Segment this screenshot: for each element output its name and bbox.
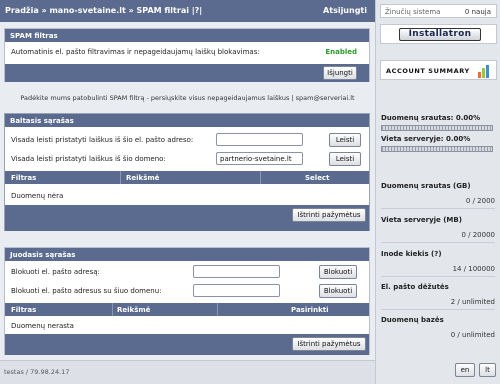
installatron-logo: Installatron (399, 28, 481, 41)
column-header-select[interactable]: Pasirinkti (291, 306, 328, 314)
language-en-button[interactable]: en (455, 363, 475, 377)
blacklist-panel: Juodasis sąrašas Blokuoti el. pašto adre… (4, 247, 370, 355)
spam-filter-action-bar: Išjungti (5, 64, 369, 82)
blacklist-table-header: Filtras Reikšmė Pasirinkti (5, 303, 369, 316)
column-header-filter[interactable]: Filtras (11, 174, 36, 182)
stat-value: 0 / unlimited (450, 331, 495, 339)
stat-label: Duomenų bazės (381, 316, 444, 324)
column-header-value[interactable]: Reikšmė (126, 174, 159, 182)
sidebar: Žinučių sistema 0 nauja Installatron ACC… (375, 0, 500, 384)
spam-filter-title: SPAM filtras (5, 29, 369, 42)
blacklist-email-label: Blokuoti el. pašto adresą: (11, 268, 100, 276)
stat-label: El. pašto dėžutės (381, 283, 449, 291)
main-content: Pradžia » mano-svetaine.lt » SPAM filtra… (0, 0, 375, 384)
footer: testas / 79.98.24.17 (0, 360, 375, 384)
system-notices[interactable]: Žinučių sistema 0 nauja (380, 4, 497, 18)
whitelist-domain-allow-button[interactable]: Leisti (329, 152, 361, 166)
blacklist-empty-text: Duomenų nerasta (11, 322, 74, 330)
bar-chart-icon (478, 65, 489, 78)
blacklist-title: Juodasis sąrašas (5, 248, 369, 261)
system-notices-count: 0 nauja (464, 8, 491, 16)
installatron-link[interactable]: Installatron (380, 24, 497, 44)
whitelist-table-header: Filtras Reikšmė Select (5, 171, 369, 184)
stat-value: 0 / 2000 (465, 197, 495, 205)
account-summary-title: ACCOUNT SUMMARY (386, 67, 470, 75)
whitelist-action-bar: Ištrinti pažymėtus (5, 205, 369, 231)
user-ip-text: testas / 79.98.24.17 (4, 368, 70, 376)
logout-link[interactable]: Atsijungti (323, 6, 367, 15)
blacklist-email-input[interactable] (193, 265, 280, 278)
notice-text: Padėkite mums patobulinti SPAM filtrą - … (20, 94, 355, 102)
stat-label: Duomenų srautas (GB) (381, 182, 471, 190)
whitelist-domain-label: Visada leisti pristatyti laiškus iš šio … (11, 155, 166, 163)
status-badge: Enabled (325, 48, 357, 56)
disk-usage-label: Vieta serveryje: 0.00% (381, 135, 471, 143)
stat-label: Inode kiekis (?) (381, 250, 442, 258)
whitelist-domain-input[interactable]: partnerio-svetaine.lt (216, 152, 303, 165)
blacklist-domain-input[interactable] (193, 284, 280, 297)
whitelist-email-label: Visada leisti pristatyti laiškus iš šio … (11, 136, 194, 144)
language-lt-button[interactable]: lt (479, 363, 496, 377)
whitelist-panel: Baltasis sąrašas Visada leisti pristatyt… (4, 113, 370, 231)
blacklist-domain-label: Blokuoti el. pašto adresus su šiuo domen… (11, 287, 162, 295)
top-bar: Pradžia » mano-svetaine.lt » SPAM filtra… (0, 0, 375, 22)
blacklist-domain-block-button[interactable]: Blokuoti (319, 284, 357, 298)
whitelist-delete-selected-button[interactable]: Ištrinti pažymėtus (292, 208, 366, 222)
bandwidth-meter (381, 125, 493, 131)
column-header-value[interactable]: Reikšmė (117, 306, 150, 314)
whitelist-email-allow-button[interactable]: Leisti (329, 133, 361, 147)
blacklist-email-block-button[interactable]: Blokuoti (319, 265, 357, 279)
stat-value: 2 / unlimited (450, 298, 495, 306)
whitelist-title: Baltasis sąrašas (5, 114, 369, 127)
column-header-filter[interactable]: Filtras (11, 306, 36, 314)
disable-button[interactable]: Išjungti (323, 66, 357, 80)
blacklist-action-bar: Ištrinti pažymėtus (5, 334, 369, 355)
column-header-select[interactable]: Select (305, 174, 329, 182)
system-notices-label: Žinučių sistema (385, 8, 441, 16)
account-summary-header: ACCOUNT SUMMARY (380, 60, 497, 80)
stat-value: 0 / 20000 (461, 231, 495, 239)
bandwidth-usage-label: Duomenų srautas: 0.00% (381, 114, 481, 122)
whitelist-empty-text: Duomenų nėra (11, 192, 64, 200)
stat-label: Vieta serveryje (MB) (381, 216, 462, 224)
stat-value: 14 / 100000 (452, 265, 495, 273)
breadcrumb[interactable]: Pradžia » mano-svetaine.lt » SPAM filtra… (5, 6, 202, 15)
auto-filter-label: Automatinis el. pašto filtravimas ir nep… (11, 48, 260, 56)
whitelist-email-input[interactable] (216, 133, 303, 146)
disk-meter (381, 146, 493, 152)
usage-section: Duomenų srautas: 0.00% Vieta serveryje: … (376, 84, 500, 384)
spam-filter-panel: SPAM filtras Automatinis el. pašto filtr… (4, 28, 370, 82)
blacklist-delete-selected-button[interactable]: Ištrinti pažymėtus (292, 337, 366, 351)
